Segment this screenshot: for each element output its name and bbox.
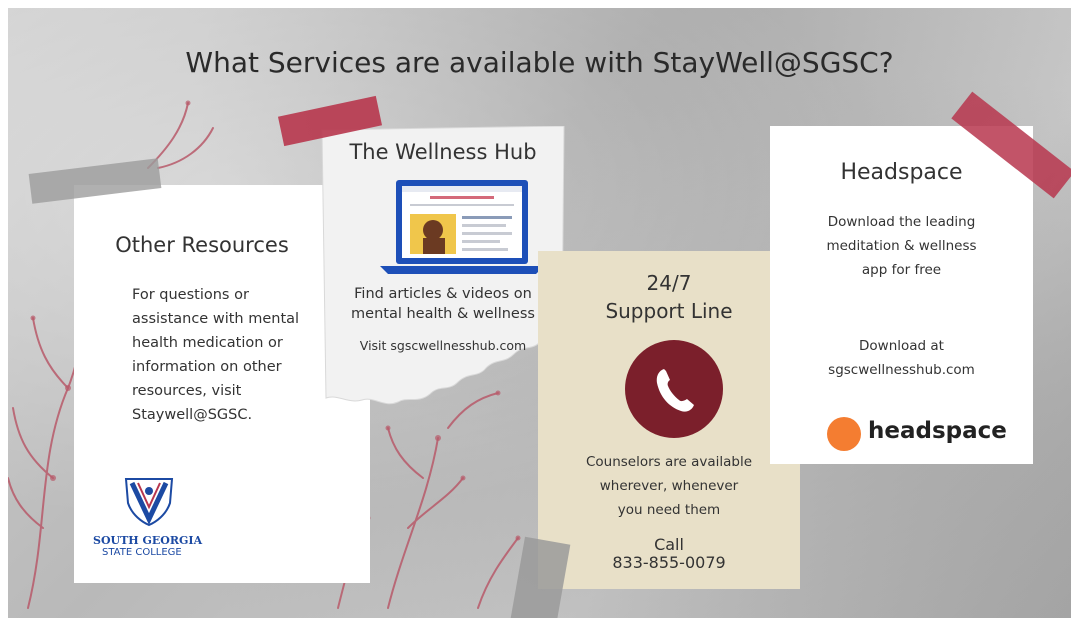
other-resources-title: Other Resources bbox=[115, 233, 289, 257]
other-resources-line: assistance with mental bbox=[132, 311, 300, 327]
call-label: Call bbox=[654, 535, 684, 554]
other-resources-body: For questions or assistance with mental … bbox=[132, 283, 322, 427]
other-resources-line: For questions or bbox=[132, 287, 249, 303]
headspace-logo-icon bbox=[827, 417, 861, 451]
headspace-line3: app for free bbox=[861, 262, 942, 278]
other-resources-line: health medication or bbox=[132, 335, 283, 351]
download-label: Download at bbox=[859, 338, 944, 354]
support-line-card: 24/7 Support Line Counselors are availab… bbox=[538, 251, 800, 589]
sgsc-logo-line2: STATE COLLEGE bbox=[102, 547, 182, 558]
wellness-hub-visit: Visit sgscwellnesshub.com bbox=[359, 338, 527, 353]
sgsc-logo-line1: SOUTH GEORGIA bbox=[93, 534, 203, 547]
support-line-title1: 24/7 bbox=[646, 271, 692, 295]
headspace-line1: Download the leading bbox=[827, 214, 976, 230]
other-resources-line: Staywell@SGSC. bbox=[132, 407, 253, 423]
slide-stage: What Services are available with StayWel… bbox=[8, 8, 1071, 618]
wellness-hub-line1: Find articles & videos on bbox=[354, 286, 532, 302]
headspace-line2: meditation & wellness bbox=[826, 238, 977, 254]
laptop-icon bbox=[380, 180, 544, 274]
headspace-url[interactable]: sgscwellnesshub.com bbox=[770, 362, 1033, 378]
headspace-logo-word: headspace bbox=[868, 418, 1007, 444]
support-line-line2: wherever, whenever bbox=[599, 478, 739, 494]
other-resources-line: resources, visit bbox=[132, 383, 242, 399]
wellness-hub-title: The Wellness Hub bbox=[349, 140, 537, 164]
phone-icon[interactable] bbox=[624, 339, 724, 439]
sgsc-shield-logo-icon bbox=[124, 478, 174, 527]
page-title: What Services are available with StayWel… bbox=[185, 46, 894, 79]
support-line-line3: you need them bbox=[617, 502, 721, 518]
phone-number[interactable]: 833-855-0079 bbox=[538, 553, 800, 572]
headspace-title: Headspace bbox=[840, 160, 963, 185]
headspace-card: Headspace Download the leading meditatio… bbox=[770, 126, 1033, 464]
support-line-line1: Counselors are available bbox=[585, 454, 753, 470]
wellness-hub-line2: mental health & wellness bbox=[351, 306, 535, 322]
support-line-title2: Support Line bbox=[605, 299, 733, 323]
other-resources-line: information on other bbox=[132, 359, 282, 375]
